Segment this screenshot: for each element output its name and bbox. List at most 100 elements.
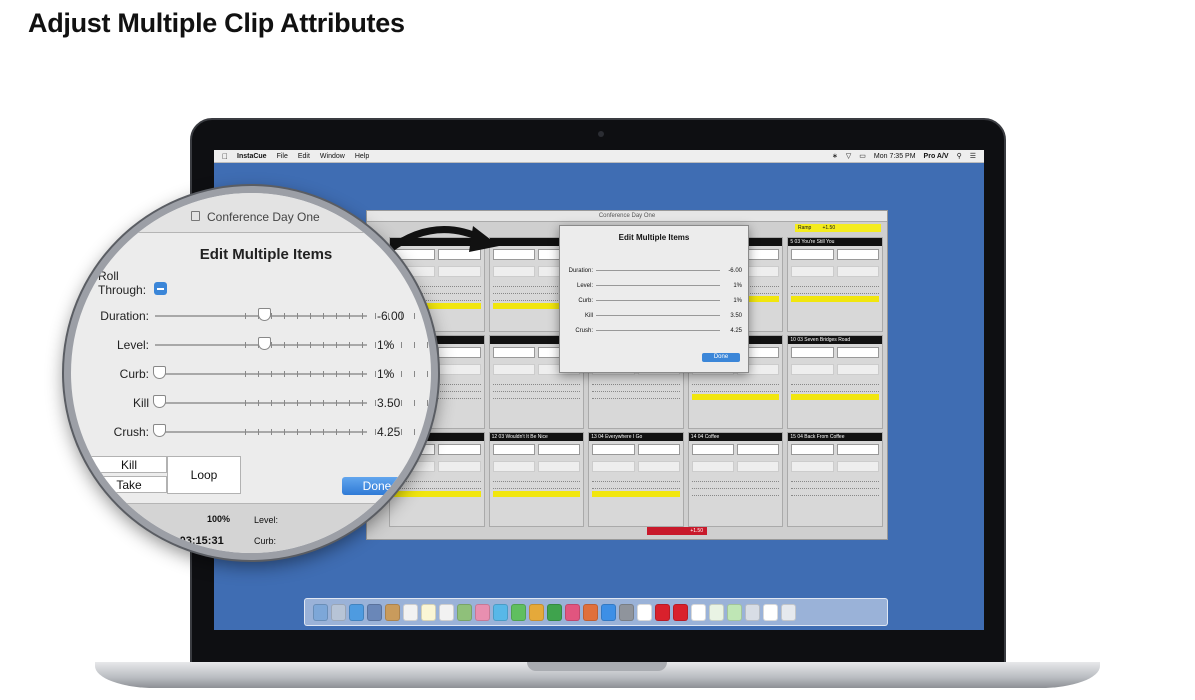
menu-window[interactable]: Window — [320, 153, 345, 160]
notification-center-icon[interactable]: ☰ — [970, 152, 976, 160]
timer-icon[interactable] — [673, 603, 688, 621]
take-button[interactable]: Take — [91, 476, 167, 493]
loop-button[interactable] — [836, 346, 879, 358]
kill-button[interactable] — [791, 461, 834, 473]
maps-icon[interactable] — [457, 603, 472, 621]
curb-slider-small[interactable] — [596, 300, 720, 301]
instacue-icon[interactable] — [637, 603, 652, 621]
kill-button[interactable]: Kill — [91, 456, 167, 473]
take-button[interactable] — [691, 444, 735, 456]
kill-button[interactable] — [492, 461, 535, 473]
bluetooth-icon[interactable]: ∗ — [832, 152, 838, 160]
curb-slider[interactable] — [155, 371, 431, 377]
done-button-small[interactable]: Done — [702, 353, 740, 362]
menu-app-name[interactable]: InstaCue — [237, 153, 267, 160]
crush-button[interactable] — [537, 461, 581, 473]
crush-button[interactable] — [836, 266, 879, 277]
kill-slider-thumb[interactable] — [153, 395, 166, 408]
menu-file[interactable]: File — [277, 153, 288, 160]
pages-icon[interactable] — [529, 603, 544, 621]
done-button[interactable]: Done — [342, 477, 412, 495]
crush-button[interactable] — [438, 461, 481, 473]
preview-icon[interactable] — [745, 603, 760, 621]
kill-button[interactable] — [791, 266, 834, 277]
loop-button[interactable]: Loop — [167, 456, 241, 494]
crush-button[interactable] — [836, 363, 879, 375]
clip-header: 15 04 Back From Coffee — [788, 433, 882, 442]
contacts-icon[interactable] — [385, 603, 400, 621]
menu-edit[interactable]: Edit — [298, 153, 310, 160]
ramp-control[interactable]: Ramp +1.50 — [795, 224, 881, 232]
kill-slider-small[interactable] — [596, 315, 720, 316]
kill-button[interactable] — [791, 363, 834, 375]
curb-slider-thumb[interactable] — [153, 366, 166, 379]
loop-button[interactable] — [737, 444, 780, 456]
app-store-icon[interactable] — [601, 603, 616, 621]
dock — [304, 598, 888, 626]
kill-button[interactable] — [691, 461, 735, 473]
take-button[interactable] — [791, 444, 834, 456]
instacue-alt-icon[interactable] — [763, 603, 778, 621]
photos-icon[interactable] — [475, 603, 490, 621]
menu-clock[interactable]: Mon 7:35 PM — [874, 153, 916, 160]
reminders-icon[interactable] — [439, 603, 454, 621]
duration-slider-thumb[interactable] — [258, 308, 271, 321]
numbers-icon[interactable] — [547, 603, 562, 621]
take-button[interactable] — [791, 346, 834, 358]
take-button[interactable] — [492, 444, 535, 456]
loop-button[interactable] — [438, 444, 481, 456]
clip-cell[interactable]: 12 03 Wouldn't It Be Nice — [488, 432, 585, 527]
clip-cell[interactable]: 15 04 Back From Coffee — [787, 432, 883, 527]
kill-slider[interactable] — [155, 400, 431, 406]
crush-button[interactable] — [438, 363, 481, 375]
crush-slider-thumb[interactable] — [153, 424, 166, 437]
crush-slider[interactable] — [155, 429, 431, 435]
crush-slider-small[interactable] — [596, 330, 720, 331]
audio-mixer-icon[interactable] — [691, 603, 706, 621]
trash-icon[interactable] — [781, 603, 796, 621]
facetime-icon[interactable] — [511, 603, 526, 621]
crush-button[interactable] — [836, 461, 879, 473]
launchpad-icon[interactable] — [331, 603, 346, 621]
clip-cell[interactable]: 14 04 Coffee — [687, 432, 784, 527]
mail-icon[interactable] — [367, 603, 382, 621]
kill-button[interactable] — [492, 363, 535, 375]
crush-button[interactable] — [737, 461, 780, 473]
play-green-icon[interactable] — [727, 603, 742, 621]
ibooks-icon[interactable] — [583, 603, 598, 621]
level-slider-small[interactable] — [596, 285, 720, 286]
duration-slider-small[interactable] — [596, 270, 720, 271]
apple-icon[interactable]:  — [222, 152, 228, 161]
battery-icon[interactable]: ▭ — [859, 152, 866, 160]
loop-button[interactable] — [637, 444, 680, 456]
take-button[interactable] — [791, 249, 834, 260]
safari-icon[interactable] — [349, 603, 364, 621]
spotlight-icon[interactable]: ⚲ — [957, 152, 962, 160]
itunes-icon[interactable] — [565, 603, 580, 621]
loop-button[interactable] — [836, 249, 879, 260]
master-level-bar[interactable]: +1.50 — [647, 527, 707, 535]
loop-button[interactable] — [836, 444, 879, 456]
record-icon[interactable] — [655, 603, 670, 621]
menu-user[interactable]: Pro A/V — [924, 153, 949, 160]
wifi-icon[interactable]: ▽ — [846, 152, 851, 160]
take-button[interactable] — [492, 346, 535, 358]
system-preferences-icon[interactable] — [619, 603, 634, 621]
messages-icon[interactable] — [493, 603, 508, 621]
loop-button[interactable] — [438, 346, 481, 358]
clip-cell[interactable]: 10 03 Seven Bridges Road — [787, 334, 883, 430]
roll-through-checkbox[interactable] — [154, 282, 167, 295]
notes-icon[interactable] — [421, 603, 436, 621]
play-icon[interactable] — [709, 603, 724, 621]
menu-help[interactable]: Help — [355, 153, 369, 160]
kill-button[interactable] — [592, 461, 635, 473]
take-button[interactable] — [592, 444, 635, 456]
loop-button[interactable] — [537, 444, 581, 456]
clip-header: 10 03 Seven Bridges Road — [788, 335, 882, 344]
calendar-icon[interactable] — [403, 603, 418, 621]
crush-button[interactable] — [637, 461, 680, 473]
clip-cell[interactable]: 5 03 You're Still You — [787, 237, 883, 332]
level-slider-thumb[interactable] — [258, 337, 271, 350]
clip-cell[interactable]: 13 04 Everywhere I Go — [588, 432, 684, 527]
finder-icon[interactable] — [313, 603, 328, 621]
